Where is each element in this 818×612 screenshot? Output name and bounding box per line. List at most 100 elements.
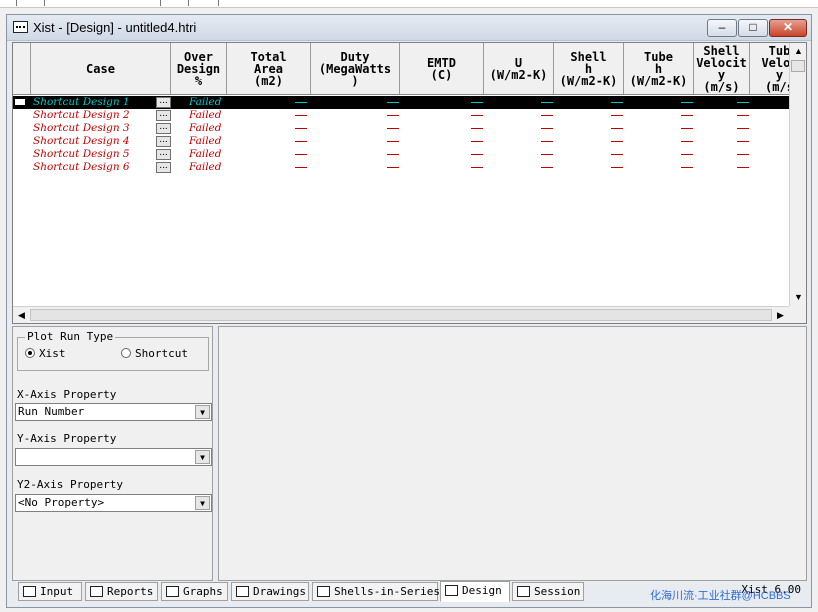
case-details-button[interactable]: ...: [156, 149, 171, 160]
case-details-button[interactable]: ...: [156, 136, 171, 147]
column-header[interactable]: Tub Veloc y (m/s: [750, 43, 789, 94]
column-header[interactable]: Total Area (m2): [227, 43, 311, 94]
status-cell: Failed: [189, 148, 222, 160]
plot-settings-panel: Plot Run Type Xist Shortcut X-Axis Prope…: [12, 326, 213, 581]
case-details-button[interactable]: ...: [156, 123, 171, 134]
tab-graphs-icon: [166, 586, 179, 597]
top-strip: [0, 0, 818, 8]
table-row[interactable]: Shortcut Design 1... Failed: [13, 96, 789, 109]
empty-value-dash: [541, 167, 553, 168]
empty-value-dash: [295, 128, 307, 129]
window-title: Xist - [Design] - untitled4.htri: [33, 20, 197, 35]
tab-graphs[interactable]: Graphs: [161, 582, 228, 601]
close-button[interactable]: ✕: [769, 19, 807, 37]
radio-selected-icon[interactable]: [25, 348, 35, 358]
column-header[interactable]: U (W/m2-K): [484, 43, 554, 94]
tab-label: Graphs: [183, 585, 223, 598]
table-row[interactable]: Shortcut Design 4... Failed: [13, 135, 789, 148]
table-row[interactable]: Shortcut Design 2... Failed: [13, 109, 789, 122]
watermark: 化海川流·工业社群@HCBBS: [650, 590, 791, 602]
chevron-down-icon[interactable]: ▼: [195, 405, 210, 419]
tab-drawings[interactable]: Drawings: [231, 582, 309, 601]
column-header[interactable]: Shell Velocit y (m/s): [694, 43, 750, 94]
empty-value-dash: [611, 154, 623, 155]
design-grid: Case Over Design % Total Area (m2) Duty (Me…: [12, 42, 807, 324]
chevron-down-icon[interactable]: ▼: [195, 450, 210, 464]
column-header[interactable]: Tube h (W/m2-K): [624, 43, 694, 94]
title-bar[interactable]: Xist - [Design] - untitled4.htri – □ ✕: [7, 15, 811, 41]
empty-value-dash: [541, 141, 553, 142]
case-name[interactable]: Shortcut Design 2: [33, 109, 130, 122]
scroll-right-icon[interactable]: ▶: [772, 307, 789, 324]
maximize-button[interactable]: □: [738, 19, 768, 37]
case-name[interactable]: Shortcut Design 3: [33, 122, 130, 135]
case-name[interactable]: Shortcut Design 1: [33, 96, 130, 109]
tab-input[interactable]: Input: [18, 582, 82, 601]
table-row[interactable]: Shortcut Design 6... Failed: [13, 161, 789, 174]
vertical-scroll-thumb[interactable]: [791, 60, 805, 72]
horizontal-scroll-thumb[interactable]: [30, 309, 772, 321]
radio-xist[interactable]: Xist: [25, 347, 66, 360]
scroll-left-icon[interactable]: ◀: [13, 307, 30, 324]
vertical-scrollbar[interactable]: ▲ ▼: [789, 43, 806, 306]
tab-input-icon: [23, 586, 36, 597]
tab-reports-icon: [90, 586, 103, 597]
empty-value-dash: [471, 128, 483, 129]
case-details-button[interactable]: ...: [156, 110, 171, 121]
empty-value-dash: [611, 128, 623, 129]
case-name[interactable]: Shortcut Design 4: [33, 135, 130, 148]
tab-session[interactable]: Session: [512, 582, 584, 601]
empty-value-dash: [737, 115, 749, 116]
plot-area[interactable]: [218, 326, 807, 581]
radio-shortcut[interactable]: Shortcut: [121, 347, 188, 360]
column-header[interactable]: Case: [31, 43, 171, 94]
tab-design-icon: [445, 585, 458, 596]
empty-value-dash: [611, 115, 623, 116]
status-cell: Failed: [189, 109, 222, 121]
empty-value-dash: [541, 154, 553, 155]
y-axis-label: Y-Axis Property: [17, 432, 117, 445]
minimize-button[interactable]: –: [707, 19, 737, 37]
empty-value-dash: [387, 167, 399, 168]
x-axis-select[interactable]: Run Number ▼: [15, 403, 212, 421]
empty-value-dash: [541, 102, 553, 103]
tab-label: Shells-in-Series: [334, 585, 440, 598]
x-axis-label: X-Axis Property: [17, 388, 117, 401]
tab-design[interactable]: Design: [440, 581, 510, 602]
column-header[interactable]: Duty (MegaWatts ): [311, 43, 400, 94]
empty-value-dash: [387, 141, 399, 142]
tab-drawings-icon: [236, 586, 249, 597]
status-cell: Failed: [189, 135, 222, 147]
tab-label: Reports: [107, 585, 154, 598]
y2-axis-select[interactable]: <No Property> ▼: [15, 494, 212, 512]
empty-value-dash: [387, 154, 399, 155]
tab-session-icon: [517, 586, 530, 597]
tab-label: Session: [534, 585, 581, 598]
status-cell: Failed: [189, 161, 222, 173]
app-icon[interactable]: [13, 21, 28, 33]
scroll-down-icon[interactable]: ▼: [790, 289, 807, 306]
empty-value-dash: [471, 115, 483, 116]
scroll-up-icon[interactable]: ▲: [790, 43, 807, 60]
empty-value-dash: [737, 128, 749, 129]
column-header[interactable]: EMTD (C): [400, 43, 484, 94]
empty-value-dash: [611, 102, 623, 103]
case-details-button[interactable]: ...: [156, 97, 171, 108]
y-axis-select[interactable]: ▼: [15, 448, 212, 466]
tab-reports[interactable]: Reports: [85, 582, 158, 601]
column-header[interactable]: Over Design %: [171, 43, 227, 94]
tab-shells-in-series[interactable]: Shells-in-Series: [312, 582, 440, 601]
chevron-down-icon[interactable]: ▼: [195, 496, 210, 510]
table-row[interactable]: Shortcut Design 5... Failed: [13, 148, 789, 161]
empty-value-dash: [295, 141, 307, 142]
case-name[interactable]: Shortcut Design 6: [33, 161, 130, 174]
y2-axis-label: Y2-Axis Property: [17, 478, 123, 491]
column-header[interactable]: Shell h (W/m2-K): [554, 43, 624, 94]
tab-label: Drawings: [253, 585, 306, 598]
radio-unselected-icon[interactable]: [121, 348, 131, 358]
case-details-button[interactable]: ...: [156, 162, 171, 173]
table-row[interactable]: Shortcut Design 3... Failed: [13, 122, 789, 135]
case-name[interactable]: Shortcut Design 5: [33, 148, 130, 161]
horizontal-scrollbar[interactable]: ◀ ▶: [13, 306, 789, 323]
empty-value-dash: [295, 167, 307, 168]
